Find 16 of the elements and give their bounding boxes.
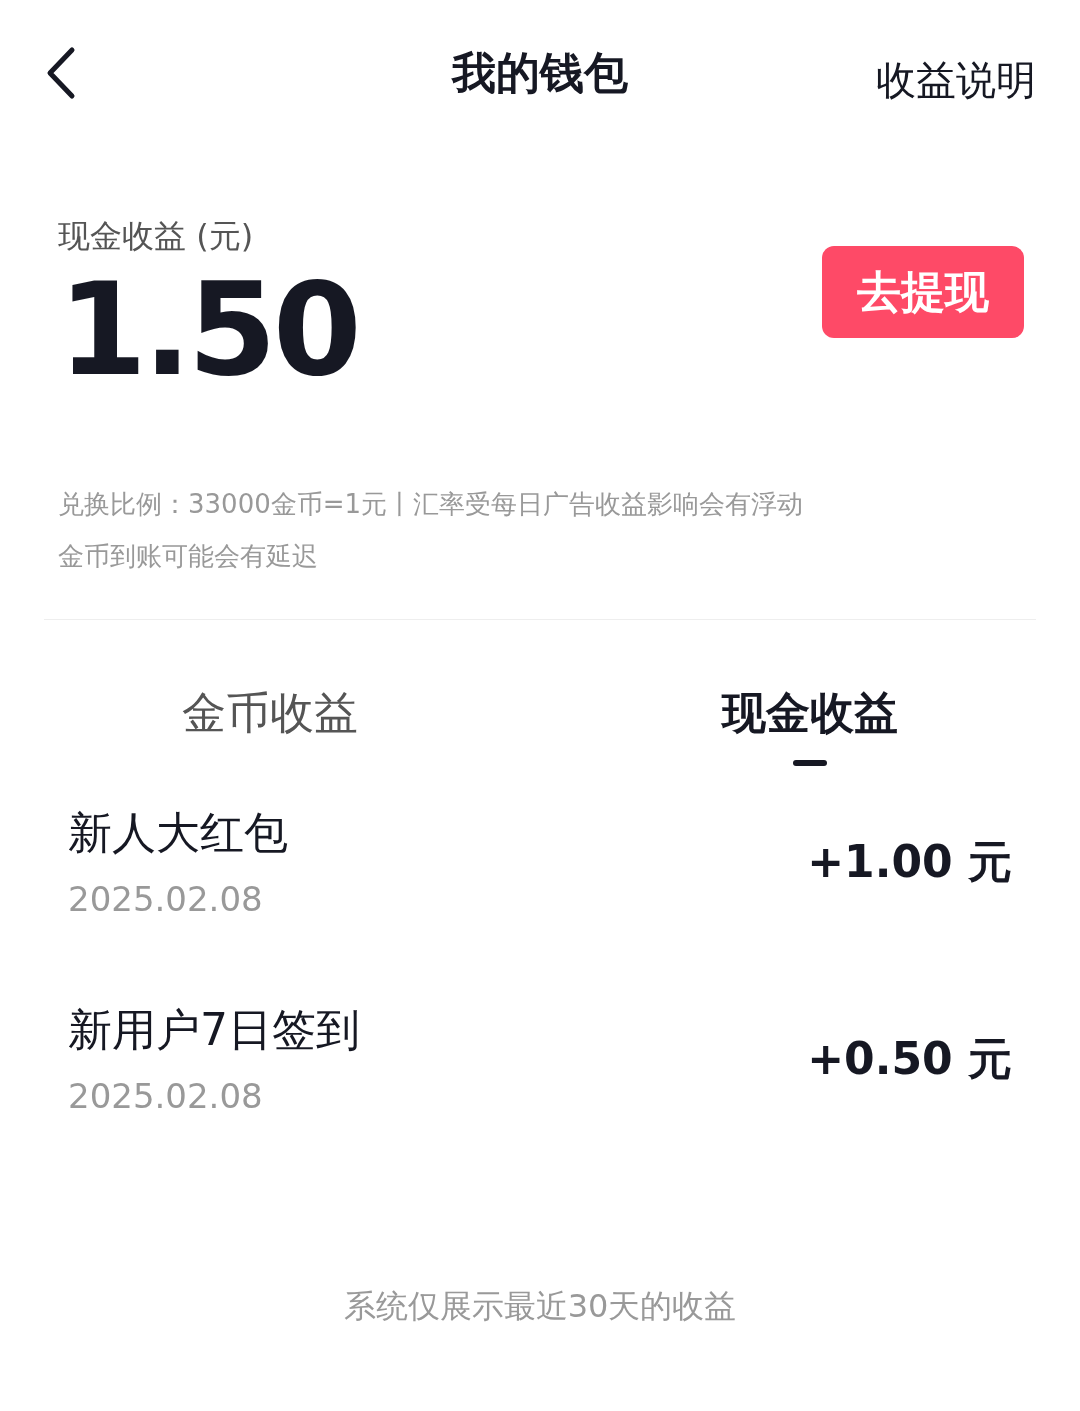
tab[interactable]: 金币收益 xyxy=(182,679,358,766)
record-title: 新人大红包 xyxy=(68,805,288,860)
balance-amount: 1.50 xyxy=(58,260,358,401)
page-title: 我的钱包 xyxy=(452,46,628,100)
record-title: 新用户7日签到 xyxy=(68,1002,360,1057)
earnings-info-link[interactable]: 收益说明 xyxy=(876,50,1036,110)
footer-note: 系统仅展示最近30天的收益 xyxy=(343,1285,737,1327)
record-amount: +1.00 元 xyxy=(807,835,1012,890)
record-amount: +0.50 元 xyxy=(807,1032,1012,1087)
record-date: 2025.02.08 xyxy=(68,1074,264,1118)
record-date: 2025.02.08 xyxy=(68,877,264,921)
note-text: 金币到账可能会有延迟 xyxy=(58,539,319,573)
balance-label: 现金收益 (元) xyxy=(58,216,255,257)
tab-indicator xyxy=(793,759,827,766)
tab[interactable]: 现金收益 xyxy=(722,679,898,766)
note-text: 兑换比例：33000金币=1元丨汇率受每日广告收益影响会有浮动 xyxy=(58,487,805,521)
